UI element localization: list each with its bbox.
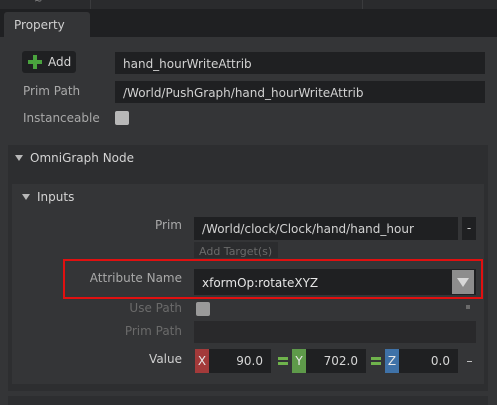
collapse-triangle-icon[interactable] [22,194,30,200]
attribute-name-label: Attribute Name [89,271,182,285]
value-y-field[interactable]: 702.0 [306,349,366,373]
use-path-checkbox[interactable] [196,302,210,316]
instanceable-label: Instanceable [23,111,100,125]
inputs-section-title[interactable]: Inputs [37,190,74,204]
remove-target-button[interactable]: - [462,217,476,240]
attribute-name-combobox[interactable]: xformOp:rotateXYZ [194,269,476,295]
inputs-prim-path-label: Prim Path [124,324,182,338]
toolbar-divider [90,0,91,9]
prim-name-field[interactable]: hand_hourWriteAttrib [115,52,485,74]
default-indicator-icon [466,305,470,309]
inputs-prim-path-field[interactable] [194,321,476,343]
prim-path-label: Prim Path [23,84,81,98]
top-toolbar-strip: ~ [0,0,497,9]
dropdown-arrow-icon[interactable] [452,270,474,294]
next-section-strip [8,396,488,405]
value-x-field[interactable]: 90.0 [209,349,271,373]
y-axis-tag: Y [292,349,306,373]
prim-path-field[interactable]: /World/PushGraph/hand_hourWriteAttrib [115,81,485,103]
omnigraph-section-title[interactable]: OmniGraph Node [30,151,134,165]
value-z-field[interactable]: 0.0 [399,349,458,373]
tab-property[interactable]: Property [4,12,90,38]
instanceable-checkbox[interactable] [115,111,129,125]
link-icon[interactable] [277,355,289,367]
prim-target-field[interactable]: /World/clock/Clock/hand/hand_hour [194,217,458,240]
prim-label: Prim [155,218,182,232]
use-path-label: Use Path [129,301,182,315]
collapse-triangle-icon[interactable] [15,155,23,161]
value-default-indicator-icon [467,361,472,362]
x-axis-tag: X [195,349,209,373]
add-targets-button[interactable]: Add Target(s) [194,242,278,258]
toolbar-divider [362,0,363,9]
plus-icon [27,54,43,70]
value-label: Value [149,352,182,366]
add-button-label: Add [48,55,72,69]
toolbar-glyph: ~ [34,0,43,7]
add-button[interactable]: Add [22,51,76,73]
link-icon[interactable] [370,355,382,367]
z-axis-tag: Z [385,349,399,373]
